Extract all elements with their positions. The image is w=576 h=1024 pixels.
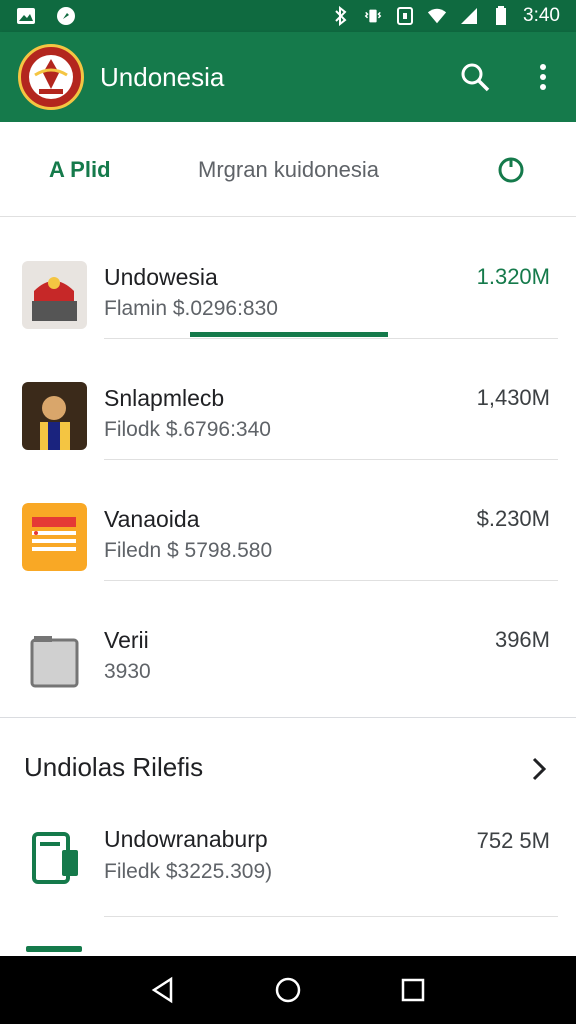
item-size: 1.320M bbox=[476, 264, 550, 289]
item-title: Undowesia bbox=[104, 264, 218, 290]
overflow-menu-button[interactable] bbox=[526, 60, 560, 94]
item-thumbnail bbox=[22, 261, 87, 329]
item-thumbnail bbox=[22, 503, 87, 571]
tab-status[interactable] bbox=[496, 122, 526, 217]
item-subtitle: Filedn $ 5798.580 bbox=[104, 539, 273, 562]
item-size: 396M bbox=[494, 627, 550, 652]
folder-icon bbox=[30, 636, 79, 688]
item-title: Verii bbox=[104, 627, 149, 653]
tab-a-plid[interactable]: A Plid bbox=[49, 122, 111, 217]
home-button[interactable] bbox=[268, 970, 308, 1010]
item-subtitle: Flamin $.0296:830 bbox=[104, 297, 278, 320]
item-title: Undowranaburp bbox=[104, 826, 268, 852]
wifi-icon bbox=[427, 6, 447, 26]
signal-icon bbox=[459, 6, 479, 26]
item-size: $.230M bbox=[476, 506, 550, 531]
status-time: 3:40 bbox=[523, 5, 560, 26]
section-divider bbox=[0, 717, 576, 718]
list-item[interactable]: Undowranaburp Filedk $3225.309) 752 5M bbox=[0, 796, 576, 917]
back-triangle-icon bbox=[151, 976, 172, 1004]
tab-bar: A Plid Mrgran kuidonesia bbox=[0, 122, 576, 337]
home-circle-icon bbox=[275, 977, 301, 1003]
tab-mrgran-kuidonesia[interactable]: Mrgran kuidonesia bbox=[198, 122, 379, 217]
list-item-partial bbox=[0, 940, 576, 956]
item-title: Vanaoida bbox=[104, 506, 200, 532]
recents-square-icon bbox=[402, 978, 425, 1002]
app-bar: Undonesia bbox=[0, 32, 576, 122]
item-size: 1,430M bbox=[476, 385, 550, 410]
app-title: Undonesia bbox=[100, 61, 225, 92]
power-icon bbox=[498, 157, 524, 182]
status-bar: 3:40 bbox=[0, 0, 576, 32]
item-thumbnail bbox=[22, 624, 87, 692]
item-size: 752 5M bbox=[476, 828, 550, 853]
item-thumbnail bbox=[30, 832, 82, 886]
item-subtitle: 3930 bbox=[104, 660, 151, 683]
app-notification-icon bbox=[56, 6, 76, 26]
app-logo bbox=[18, 44, 84, 110]
back-button[interactable] bbox=[143, 970, 183, 1010]
list-item[interactable]: Vanaoida Filedn $ 5798.580 $.230M bbox=[0, 460, 576, 581]
bluetooth-icon bbox=[331, 6, 351, 26]
item-subtitle: Filodk $.6796:340 bbox=[104, 418, 271, 441]
more-vert-icon bbox=[540, 64, 546, 90]
item-thumbnail bbox=[22, 382, 87, 450]
document-icon bbox=[32, 832, 78, 884]
item-subtitle: Filedk $3225.309) bbox=[104, 860, 273, 883]
download-list: Undowesia Flamin $.0296:830 1.320M Snlap… bbox=[0, 218, 576, 702]
item-title: Snlapmlecb bbox=[104, 385, 225, 411]
section-title: Undiolas Rilefis bbox=[24, 752, 204, 782]
image-notification-icon bbox=[16, 6, 36, 26]
recents-button[interactable] bbox=[393, 970, 433, 1010]
chevron-right-icon bbox=[532, 757, 547, 781]
system-nav-bar bbox=[0, 956, 576, 1024]
list-item[interactable]: Undowesia Flamin $.0296:830 1.320M bbox=[0, 218, 576, 339]
battery-icon bbox=[491, 6, 511, 26]
list-item[interactable]: Snlapmlecb Filodk $.6796:340 1,430M bbox=[0, 339, 576, 460]
search-button[interactable] bbox=[458, 60, 492, 94]
divider bbox=[104, 916, 558, 917]
search-icon bbox=[461, 63, 490, 92]
vibrate-icon bbox=[363, 6, 383, 26]
section-expand-button[interactable] bbox=[526, 756, 552, 782]
list-item[interactable]: Verii 3930 396M bbox=[0, 581, 576, 702]
nfc-icon bbox=[395, 6, 415, 26]
